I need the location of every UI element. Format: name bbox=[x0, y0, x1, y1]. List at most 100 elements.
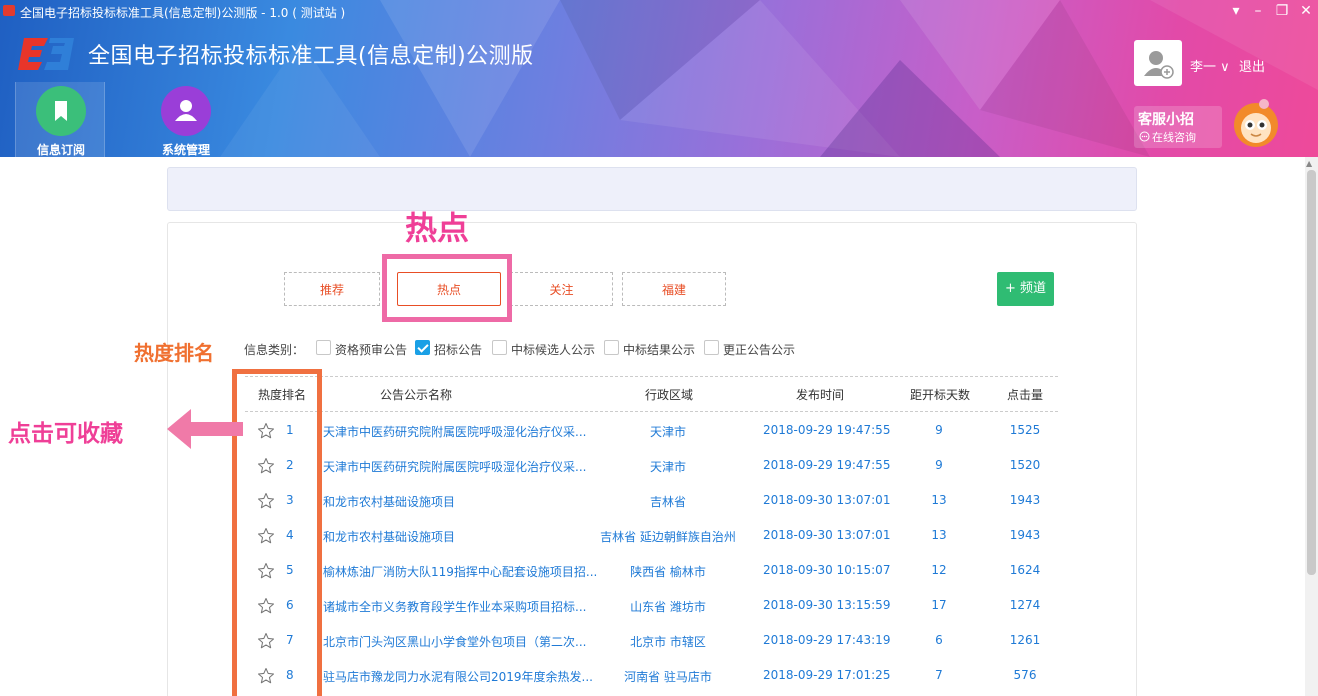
table-row[interactable]: 4 和龙市农村基础设施项目 吉林省 延边朝鲜族自治州 2018-09-30 13:07… bbox=[245, 518, 1058, 553]
table-row[interactable]: 3 和龙市农村基础设施项目 吉林省 2018-09-30 13:07:01 13 1943 bbox=[245, 483, 1058, 518]
days-cell: 9 bbox=[935, 458, 943, 472]
customer-service-subtitle: 在线咨询 bbox=[1152, 131, 1196, 144]
mascot-icon[interactable] bbox=[1226, 92, 1286, 152]
add-channel-button[interactable]: + 频道 bbox=[997, 272, 1054, 306]
notice-name-link[interactable]: 和龙市农村基础设施项目 bbox=[323, 528, 455, 545]
table-row[interactable]: 8 驻马店市豫龙同力水泥有限公司2019年度余热发... 河南省 驻马店市 2018-… bbox=[245, 658, 1058, 693]
publish-time-cell: 2018-09-29 17:43:19 bbox=[763, 633, 891, 647]
column-header-days[interactable]: 距开标天数 bbox=[910, 386, 970, 403]
region-cell: 天津市 bbox=[649, 425, 686, 439]
filter-label: 信息类别： bbox=[244, 343, 305, 357]
customer-service-button[interactable]: 客服小招 在线咨询 bbox=[1134, 106, 1222, 148]
tab-fujian[interactable]: 福建 bbox=[622, 272, 726, 306]
region-cell: 陕西省 榆林市 bbox=[630, 565, 706, 579]
publish-time-cell: 2018-09-29 19:47:55 bbox=[763, 458, 891, 472]
notice-name-link[interactable]: 驻马店市豫龙同力水泥有限公司2019年度余热发... bbox=[323, 668, 593, 685]
logout-button[interactable]: 退出 bbox=[1239, 56, 1265, 75]
table-row[interactable]: 1 天津市中医药研究院附属医院呼吸湿化治疗仪采... 天津市 2018-09-29 1… bbox=[245, 413, 1058, 448]
region-cell: 天津市 bbox=[649, 460, 686, 474]
notice-name-link[interactable]: 和龙市农村基础设施项目 bbox=[323, 493, 455, 510]
days-cell: 17 bbox=[931, 598, 947, 612]
days-cell: 7 bbox=[935, 668, 943, 682]
region-cell: 河南省 驻马店市 bbox=[624, 670, 712, 684]
close-icon[interactable]: ✕ bbox=[1296, 2, 1316, 20]
tab-recommend[interactable]: 推荐 bbox=[284, 272, 380, 306]
annotation-hot-label: 热点 bbox=[405, 209, 470, 247]
annotation-hot-box bbox=[382, 254, 512, 322]
annotation-arrow-icon bbox=[167, 409, 243, 449]
clicks-cell: 1525 bbox=[1009, 423, 1041, 437]
notice-name-link[interactable]: 诸城市全市义务教育段学生作业本采购项目招标... bbox=[323, 598, 586, 615]
nav-item-label: 信息订阅 bbox=[36, 143, 85, 157]
region-cell: 北京市 市辖区 bbox=[630, 635, 706, 649]
checkbox-correction[interactable] bbox=[704, 340, 719, 355]
checkbox-tender[interactable] bbox=[415, 340, 430, 355]
bookmark-icon bbox=[36, 86, 86, 136]
clicks-cell: 576 bbox=[1013, 668, 1037, 682]
avatar-icon bbox=[1144, 51, 1174, 79]
table-row[interactable]: 2 天津市中医药研究院附属医院呼吸湿化治疗仪采... 天津市 2018-09-29 1… bbox=[245, 448, 1058, 483]
table-row[interactable]: 6 诸城市全市义务教育段学生作业本采购项目招标... 山东省 潍坊市 2018-09-… bbox=[245, 588, 1058, 623]
chat-bubble-icon bbox=[1139, 131, 1150, 142]
annotation-rank-box bbox=[232, 369, 322, 696]
user-name-dropdown[interactable]: 李一 ∨ bbox=[1190, 56, 1230, 75]
clicks-cell: 1520 bbox=[1009, 458, 1041, 472]
days-cell: 13 bbox=[931, 528, 947, 542]
app-title: 全国电子招标投标标准工具(信息定制)公测版 bbox=[88, 44, 534, 69]
user-icon bbox=[161, 86, 211, 136]
clicks-cell: 1943 bbox=[1009, 528, 1041, 542]
notice-name-link[interactable]: 天津市中医药研究院附属医院呼吸湿化治疗仪采... bbox=[323, 458, 586, 475]
days-cell: 13 bbox=[931, 493, 947, 507]
publish-time-cell: 2018-09-30 13:07:01 bbox=[763, 528, 891, 542]
annotation-favorite-label: 点击可收藏 bbox=[8, 421, 123, 447]
column-header-name[interactable]: 公告公示名称 bbox=[380, 386, 452, 403]
checkbox-label[interactable]: 招标公告 bbox=[434, 341, 482, 358]
window-title-bar: 全国电子招标投标标准工具(信息定制)公测版 - 1.0 ( 测试站 ) ▾ – … bbox=[0, 0, 1318, 22]
tab-follow[interactable]: 关注 bbox=[510, 272, 613, 306]
days-cell: 12 bbox=[931, 563, 947, 577]
notice-name-link[interactable]: 北京市门头沟区黑山小学食堂外包项目（第二次... bbox=[323, 633, 586, 650]
publish-time-cell: 2018-09-30 10:15:07 bbox=[763, 563, 891, 577]
app-logo-icon bbox=[18, 38, 74, 70]
table-row[interactable]: 7 北京市门头沟区黑山小学食堂外包项目（第二次... 北京市 市辖区 2018-09-… bbox=[245, 623, 1058, 658]
publish-time-cell: 2018-09-30 13:07:01 bbox=[763, 493, 891, 507]
checkbox-label[interactable]: 资格预审公告 bbox=[335, 341, 407, 358]
clicks-cell: 1943 bbox=[1009, 493, 1041, 507]
checkbox-prequal[interactable] bbox=[316, 340, 331, 355]
publish-time-cell: 2018-09-30 13:15:59 bbox=[763, 598, 891, 612]
region-cell: 吉林省 延边朝鲜族自治州 bbox=[600, 530, 736, 544]
nav-item-subscription[interactable]: 信息订阅 bbox=[15, 82, 105, 157]
scrollbar-thumb[interactable] bbox=[1307, 170, 1316, 575]
nav-item-label: 系统管理 bbox=[161, 143, 210, 157]
region-cell: 山东省 潍坊市 bbox=[630, 600, 706, 614]
minimize-icon[interactable]: – bbox=[1248, 2, 1268, 20]
column-header-clicks[interactable]: 点击量 bbox=[1007, 386, 1043, 403]
customer-service-title: 客服小招 bbox=[1138, 112, 1194, 128]
avatar[interactable] bbox=[1134, 40, 1182, 86]
clicks-cell: 1274 bbox=[1009, 598, 1041, 612]
checkbox-candidate[interactable] bbox=[492, 340, 507, 355]
notice-name-link[interactable]: 榆林炼油厂消防大队119指挥中心配套设施项目招... bbox=[323, 563, 597, 580]
checkbox-label[interactable]: 中标结果公示 bbox=[623, 341, 695, 358]
column-header-region[interactable]: 行政区域 bbox=[645, 386, 693, 403]
checkbox-result[interactable] bbox=[604, 340, 619, 355]
search-area[interactable] bbox=[167, 167, 1137, 211]
column-header-time[interactable]: 发布时间 bbox=[796, 386, 844, 403]
clicks-cell: 1261 bbox=[1009, 633, 1041, 647]
clicks-cell: 1624 bbox=[1009, 563, 1041, 577]
window-logo-icon bbox=[3, 5, 15, 16]
notice-name-link[interactable]: 天津市中医药研究院附属医院呼吸湿化治疗仪采... bbox=[323, 423, 586, 440]
window-title: 全国电子招标投标标准工具(信息定制)公测版 - 1.0 ( 测试站 ) bbox=[20, 6, 346, 20]
app-header: 全国电子招标投标标准工具(信息定制)公测版 - 1.0 ( 测试站 ) ▾ – … bbox=[0, 0, 1318, 157]
publish-time-cell: 2018-09-29 17:01:25 bbox=[763, 668, 891, 682]
region-cell: 吉林省 bbox=[649, 495, 686, 509]
table-row[interactable]: 5 榆林炼油厂消防大队119指挥中心配套设施项目招... 陕西省 榆林市 2018-0… bbox=[245, 553, 1058, 588]
dropdown-menu-icon[interactable]: ▾ bbox=[1226, 2, 1246, 20]
publish-time-cell: 2018-09-29 19:47:55 bbox=[763, 423, 891, 437]
scroll-up-icon[interactable]: ▲ bbox=[1306, 159, 1312, 168]
checkbox-label[interactable]: 更正公告公示 bbox=[723, 341, 795, 358]
maximize-icon[interactable]: ❐ bbox=[1272, 2, 1292, 20]
checkbox-label[interactable]: 中标候选人公示 bbox=[511, 341, 595, 358]
days-cell: 9 bbox=[935, 423, 943, 437]
nav-item-system[interactable]: 系统管理 bbox=[141, 82, 231, 157]
